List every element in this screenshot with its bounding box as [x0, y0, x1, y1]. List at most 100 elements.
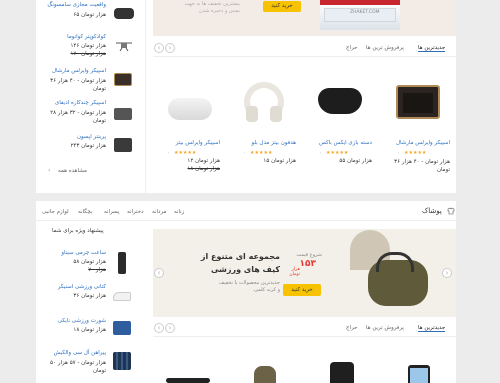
shop-now-button[interactable]: خرید کنید [263, 1, 301, 12]
shirt-icon[interactable] [113, 352, 131, 370]
price-label: شروع قیمت [296, 252, 322, 258]
chevron-left-icon: ‹ [157, 324, 161, 332]
tab-bestsellers[interactable]: پرفروش ترین ها [366, 325, 404, 331]
printer-icon[interactable] [114, 138, 132, 152]
item-name[interactable]: شورت ورزشی نایکی [40, 318, 106, 324]
nav-men[interactable]: مردانه [152, 209, 166, 215]
carousel-prev-button[interactable]: ‹ [154, 323, 164, 333]
product-price: ۵۵ هزار تومان [339, 158, 372, 164]
list-item[interactable]: اسپیکر وایرلس مارشال ۳۶ هزار تومان - ۴۰ … [40, 68, 140, 96]
item-name[interactable]: پیراهن آل سی والکیش [40, 350, 106, 356]
product-old-price: ۱۸ هزار تومان [187, 166, 220, 172]
speaker-icon[interactable] [396, 85, 440, 119]
tab-sale[interactable]: حراج [346, 45, 358, 51]
carousel-prev-button[interactable]: ‹ [154, 43, 164, 53]
product-name[interactable]: دسته بازی ایکس باکس [312, 140, 372, 146]
nav-accessories[interactable]: لوازم جانبی [42, 209, 69, 215]
chevron-left-icon[interactable]: ‹ [48, 167, 50, 174]
chevron-right-icon: › [168, 324, 172, 332]
speaker-icon[interactable] [114, 108, 132, 120]
phone-image[interactable] [408, 365, 430, 383]
chevron-right-icon: › [445, 269, 449, 277]
list-item[interactable]: پرینتر اپسون ۲۴۳ هزار تومان [40, 134, 140, 156]
list-item[interactable]: پیراهن آل سی والکیش ۵۰ هزار تومان - ۵۷ ه… [40, 350, 140, 380]
list-item[interactable]: ساعت چرمی سیناو ۵۸ هزار تومان ۷۰ هزار [40, 250, 140, 278]
carousel-next-button[interactable]: › [165, 323, 175, 333]
list-item[interactable]: واقعیت مجازی سامسونگ ۶۵ هزار تومان [40, 2, 140, 26]
banner-text: بستن و ذخیره شدن [198, 8, 240, 14]
vr-headset-icon[interactable] [114, 8, 134, 19]
chevron-left-icon: ‹ [157, 269, 161, 277]
banner-brand: ZHAKET.COM [350, 10, 380, 15]
nav-women[interactable]: زنانه [174, 209, 184, 215]
tab-bestsellers[interactable]: پرفروش ترین ها [366, 45, 404, 51]
banner-headline: مجموعه ای متنوع از [200, 252, 280, 261]
sunglasses-image[interactable] [166, 378, 210, 383]
item-name[interactable]: پرینتر اپسون [40, 134, 106, 140]
item-name[interactable]: ساعت چرمی سیناو [40, 250, 106, 256]
rating-count: ۰ [243, 150, 246, 156]
nav-girls[interactable]: دخترانه [127, 209, 144, 215]
rating-count: ۰ [397, 150, 400, 156]
banner-desc: جدیدترین محصولات با تخفیف [219, 280, 280, 286]
sports-bag-image [350, 230, 430, 316]
item-price: ۲۴۳ هزار تومان [70, 143, 106, 149]
product-name[interactable]: اسپیکر وایرلس مارشال [390, 140, 450, 146]
shop-now-button[interactable]: خرید کنید [283, 284, 321, 296]
bag-image[interactable] [330, 362, 354, 383]
carousel-next-button[interactable]: › [165, 43, 175, 53]
item-price: ۱۴۶ هزار تومان [70, 43, 106, 49]
nav-boys[interactable]: پسرانه [104, 209, 119, 215]
item-price: ۳۶ هزار تومان [73, 293, 106, 299]
banner-headline: کیف های ورزشی [210, 265, 280, 274]
tab-newest[interactable]: جدیدترین ها [418, 45, 446, 52]
divider [153, 56, 456, 57]
item-price: ۳۶ هزار تومان - ۴۰ هزار تومان [50, 78, 106, 92]
product-price: ۱۵ هزار تومان [263, 158, 296, 164]
item-price: ۶۵ هزار تومان [73, 12, 106, 18]
nav-kids[interactable]: بچگانه [78, 209, 92, 215]
banner-product-image [320, 0, 400, 30]
list-item[interactable]: شورت ورزشی نایکی ۱۸ هزار تومان [40, 318, 140, 340]
banner-desc: و کرنه کلمی. [252, 287, 281, 293]
item-price: ۵۸ هزار تومان [73, 259, 106, 265]
banner-next-button[interactable]: › [442, 268, 452, 278]
chevron-left-icon: ‹ [157, 44, 161, 52]
backpack-image[interactable] [254, 366, 276, 383]
shirt-icon [447, 207, 455, 215]
special-offers-title: پیشنهاد ویژه برای شما [52, 228, 104, 234]
tab-sale[interactable]: حراج [346, 325, 358, 331]
sneaker-icon[interactable] [113, 292, 131, 301]
banner-text: بیشترین تخفیف ها به جهت [184, 1, 240, 7]
rating-count: ۰ [319, 150, 322, 156]
item-price: ۲۸ هزار تومان - ۳۲ هزار تومان [50, 110, 106, 124]
product-card[interactable]: اسپیکر وایرلس بیتز ★★★★★ ۰ ۱۲ هزار تومان… [160, 60, 222, 175]
item-name[interactable]: اسپیکر وایرلس مارشال [40, 68, 106, 74]
view-all-link[interactable]: مشاهده همه [58, 168, 87, 174]
item-name[interactable]: کوادکوپتر کوانوما [40, 34, 106, 40]
speaker-icon[interactable] [168, 98, 212, 120]
watch-icon[interactable] [118, 252, 126, 274]
product-name[interactable]: هدفون بیتز مدل بلو [236, 140, 296, 146]
speaker-icon[interactable] [114, 73, 132, 86]
product-card[interactable]: هدفون بیتز مدل بلو ★★★★★ ۰ ۱۵ هزار تومان [236, 60, 298, 175]
item-name[interactable]: اسپیکر چندکاره ادیفای [40, 100, 106, 106]
product-price: ۱۲ هزار تومان [187, 158, 220, 164]
sidebar-list [36, 0, 146, 193]
tab-newest[interactable]: جدیدترین ها [418, 325, 446, 332]
product-price: ۳۶ هزار تومان - ۴۰ هزار تومان [394, 159, 450, 173]
item-name[interactable]: کتانی ورزشی اسنیکر [40, 284, 106, 290]
list-item[interactable]: اسپیکر چندکاره ادیفای ۲۸ هزار تومان - ۳۲… [40, 100, 140, 130]
item-old-price: ۱۷۰ هزار تومان [70, 51, 106, 57]
shorts-icon[interactable] [113, 321, 131, 335]
product-name[interactable]: اسپیکر وایرلس بیتز [160, 140, 220, 146]
price-unit: هزار تومان [289, 267, 300, 277]
banner-prev-button[interactable]: ‹ [154, 268, 164, 278]
list-item[interactable]: کتانی ورزشی اسنیکر ۳۶ هزار تومان [40, 284, 140, 306]
product-card[interactable]: اسپیکر وایرلس مارشال ★★★★★ ۰ ۳۶ هزار توم… [390, 60, 452, 175]
item-name[interactable]: واقعیت مجازی سامسونگ [40, 2, 106, 8]
list-item[interactable]: کوادکوپتر کوانوما ۱۴۶ هزار تومان ۱۷۰ هزا… [40, 34, 140, 64]
drone-icon[interactable] [114, 40, 134, 52]
product-card[interactable]: دسته بازی ایکس باکس ★★★★★ ۰ ۵۵ هزار توما… [312, 60, 374, 175]
gamepad-icon[interactable] [318, 88, 362, 114]
